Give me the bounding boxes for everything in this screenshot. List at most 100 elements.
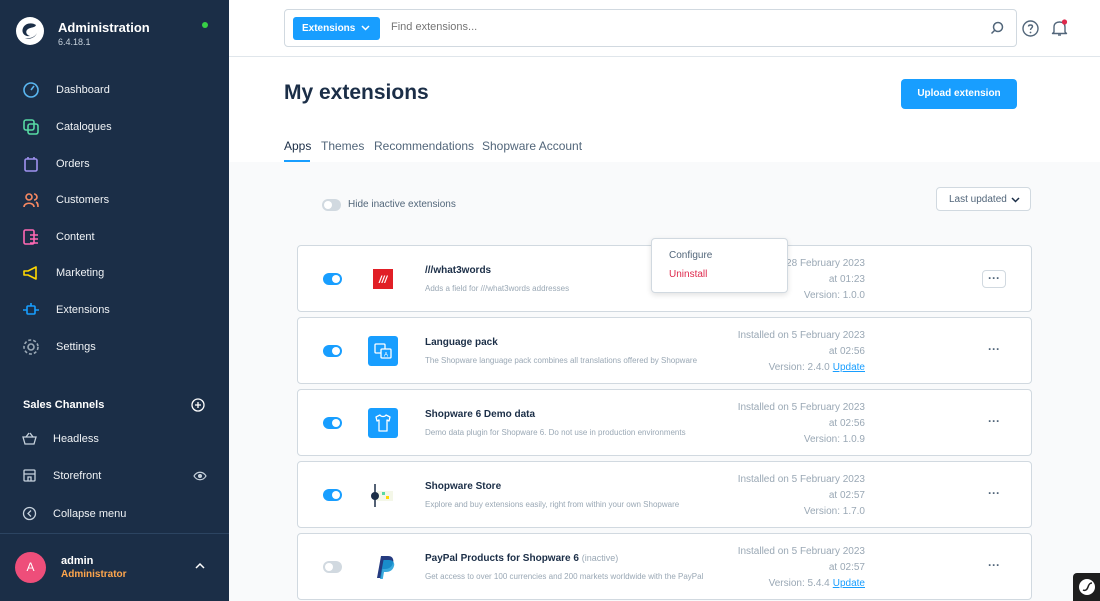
extension-description: Explore and buy extensions easily, right…: [425, 500, 680, 509]
sales-channel-storefront[interactable]: Storefront: [0, 461, 229, 491]
extension-meta: Installed on 5 February 2023 at 02:57 Ve…: [738, 472, 865, 520]
help-icon[interactable]: [1022, 20, 1039, 37]
svg-text:A: A: [384, 353, 388, 359]
tab-recommendations[interactable]: Recommendations: [374, 139, 474, 153]
extension-card: Shopware 6 Demo data Demo data plugin fo…: [297, 389, 1032, 456]
user-role: Administrator: [61, 569, 127, 580]
shopware-logo-icon[interactable]: [16, 17, 44, 45]
extension-name: PayPal Products for Shopware 6 (inactive…: [425, 553, 619, 564]
page-title: My extensions: [284, 81, 429, 104]
nav-label: Settings: [56, 341, 96, 353]
configure-menu-item[interactable]: Configure: [669, 250, 712, 261]
sales-channel-headless[interactable]: Headless: [0, 424, 229, 454]
chevron-down-icon: [361, 25, 370, 31]
more-actions-button[interactable]: ···: [982, 558, 1006, 576]
extension-active-toggle[interactable]: [323, 345, 342, 357]
what3words-logo-icon: ///: [373, 269, 393, 289]
extension-name: Shopware Store: [425, 481, 502, 492]
nav-label: Content: [56, 231, 95, 243]
extension-active-toggle[interactable]: [323, 561, 342, 573]
sales-channel-label: Storefront: [53, 470, 102, 482]
more-actions-button[interactable]: ···: [982, 486, 1006, 504]
installed-date: Installed on 5 February 2023: [737, 402, 865, 413]
installed-date: Installed on 5 February 2023: [737, 546, 865, 557]
installed-time: at 02:56: [828, 346, 865, 357]
extension-version: Version: 1.0.9: [803, 434, 865, 445]
extension-description: The Shopware language pack combines all …: [425, 356, 698, 365]
nav-item-orders[interactable]: Orders: [0, 146, 229, 182]
extension-meta: Installed on 5 February 2023 at 02:56 Ve…: [738, 400, 865, 448]
extension-active-toggle[interactable]: [323, 489, 342, 501]
installed-date: Installed on 5 February 2023: [737, 330, 865, 341]
bell-icon[interactable]: [1051, 19, 1068, 37]
tab-themes[interactable]: Themes: [321, 139, 364, 153]
storefront-icon: [23, 469, 36, 482]
catalogues-icon: [23, 119, 39, 135]
extension-description: Demo data plugin for Shopware 6. Do not …: [425, 428, 686, 437]
update-link[interactable]: Update: [833, 362, 865, 373]
svg-text:///: ///: [378, 275, 389, 286]
tab-shopware-account[interactable]: Shopware Account: [482, 139, 582, 153]
extensions-icon: [23, 303, 39, 315]
chevron-up-icon[interactable]: [195, 562, 205, 569]
more-actions-button[interactable]: ···: [982, 270, 1006, 288]
search-type-select[interactable]: Extensions: [293, 17, 380, 40]
extension-name: Language pack: [425, 337, 498, 348]
more-actions-button[interactable]: ···: [982, 342, 1006, 360]
extension-card: PayPal Products for Shopware 6 (inactive…: [297, 533, 1032, 600]
language-pack-logo-icon: A: [368, 336, 398, 366]
nav-item-content[interactable]: Content: [0, 219, 229, 255]
collapse-menu[interactable]: Collapse menu: [0, 499, 229, 529]
nav-label: Extensions: [56, 304, 110, 316]
sales-channels-title: Sales Channels: [23, 399, 105, 411]
nav-item-catalogues[interactable]: Catalogues: [0, 109, 229, 145]
sidebar: Administration 6.4.18.1 Dashboard Catalo…: [0, 0, 229, 601]
add-sales-channel-icon[interactable]: [191, 398, 205, 412]
uninstall-menu-item[interactable]: Uninstall: [669, 269, 707, 280]
paypal-logo-icon: [377, 556, 395, 579]
installed-time: at 02:56: [828, 418, 865, 429]
nav-label: Catalogues: [56, 121, 112, 133]
upload-extension-button[interactable]: Upload extension: [901, 79, 1017, 109]
content-icon: [23, 229, 38, 245]
hide-inactive-label: Hide inactive extensions: [348, 199, 456, 210]
demo-data-logo-icon: [368, 408, 398, 438]
sort-label: Last updated: [949, 194, 1007, 205]
user-menu[interactable]: A admin Administrator: [0, 533, 229, 601]
tab-apps[interactable]: Apps: [284, 139, 311, 153]
extension-meta: Installed on 5 February 2023 at 02:56 Ve…: [738, 328, 865, 376]
eye-icon[interactable]: [193, 470, 207, 482]
extension-description: Get access to over 100 currencies and 20…: [425, 572, 704, 581]
hide-inactive-toggle[interactable]: [322, 199, 341, 211]
collapse-menu-label: Collapse menu: [53, 508, 127, 520]
topbar: Extensions: [229, 0, 1100, 57]
orders-icon: [24, 157, 38, 172]
search-icon[interactable]: [990, 21, 1004, 35]
installed-date: Installed on 5 February 2023: [737, 474, 865, 485]
extension-name: ///what3words: [425, 265, 492, 276]
nav-item-dashboard[interactable]: Dashboard: [0, 72, 229, 108]
marketing-icon: [23, 266, 37, 280]
extension-active-toggle[interactable]: [323, 417, 342, 429]
update-link[interactable]: Update: [833, 578, 865, 589]
status-indicator: [202, 22, 208, 28]
search-input[interactable]: [391, 21, 951, 33]
nav-item-customers[interactable]: Customers: [0, 182, 229, 218]
nav-item-extensions[interactable]: Extensions: [0, 292, 229, 328]
extension-version: Version: 2.4.0: [768, 362, 830, 373]
extension-active-toggle[interactable]: [323, 273, 342, 285]
extension-card: Shopware Store Explore and buy extension…: [297, 461, 1032, 528]
symfony-icon: [1079, 579, 1095, 595]
more-actions-button[interactable]: ···: [982, 414, 1006, 432]
extension-version: Version: 5.4.4: [768, 578, 830, 589]
nav-item-marketing[interactable]: Marketing: [0, 255, 229, 291]
nav-item-settings[interactable]: Settings: [0, 329, 229, 365]
extension-version-row: Version: 5.4.4 Update: [738, 576, 865, 592]
app-title: Administration: [58, 20, 150, 35]
basket-icon: [22, 432, 37, 445]
symfony-toolbar-badge[interactable]: [1073, 573, 1100, 601]
extension-meta: Installed on 5 February 2023 at 02:57 Ve…: [738, 544, 865, 592]
extensions-list-area: Hide inactive extensions Last updated //…: [229, 162, 1100, 601]
sort-select[interactable]: Last updated: [936, 187, 1031, 211]
installed-time: at 02:57: [828, 562, 865, 573]
